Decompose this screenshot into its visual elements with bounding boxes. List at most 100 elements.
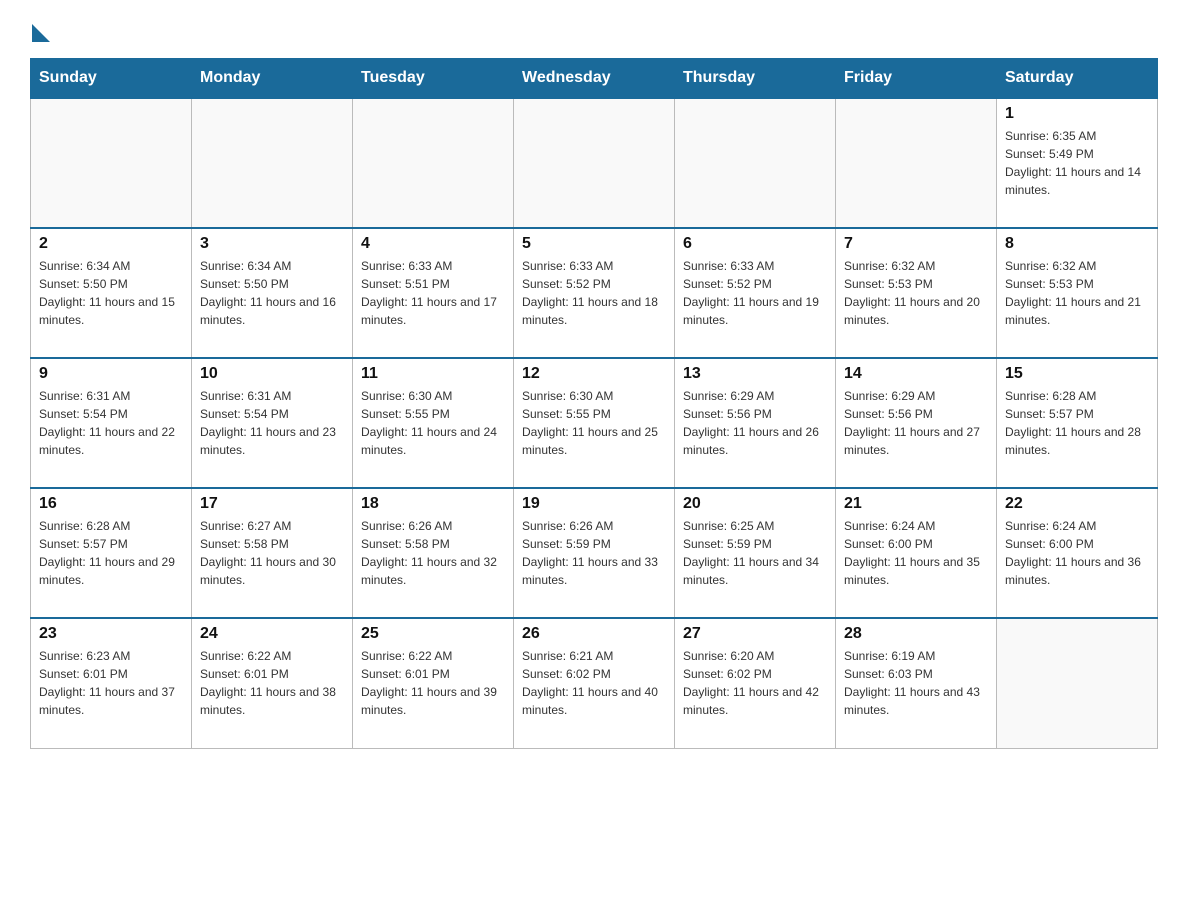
day-number: 19 <box>522 495 666 513</box>
week-row-3: 16 Sunrise: 6:28 AMSunset: 5:57 PMDayligh… <box>31 488 1158 618</box>
day-info: Sunrise: 6:28 AMSunset: 5:57 PMDaylight:… <box>1005 387 1149 459</box>
day-info: Sunrise: 6:32 AMSunset: 5:53 PMDaylight:… <box>844 257 988 329</box>
day-info: Sunrise: 6:22 AMSunset: 6:01 PMDaylight:… <box>200 647 344 719</box>
week-row-0: 1 Sunrise: 6:35 AMSunset: 5:49 PMDaylight… <box>31 98 1158 228</box>
day-info: Sunrise: 6:22 AMSunset: 6:01 PMDaylight:… <box>361 647 505 719</box>
day-info: Sunrise: 6:20 AMSunset: 6:02 PMDaylight:… <box>683 647 827 719</box>
day-header-sunday: Sunday <box>31 59 192 99</box>
calendar-cell: 18 Sunrise: 6:26 AMSunset: 5:58 PMDayligh… <box>353 488 514 618</box>
day-header-tuesday: Tuesday <box>353 59 514 99</box>
day-header-wednesday: Wednesday <box>514 59 675 99</box>
day-info: Sunrise: 6:31 AMSunset: 5:54 PMDaylight:… <box>39 387 183 459</box>
calendar-cell <box>997 618 1158 748</box>
calendar-cell: 6 Sunrise: 6:33 AMSunset: 5:52 PMDaylight… <box>675 228 836 358</box>
calendar-cell <box>353 98 514 228</box>
day-info: Sunrise: 6:34 AMSunset: 5:50 PMDaylight:… <box>39 257 183 329</box>
week-row-1: 2 Sunrise: 6:34 AMSunset: 5:50 PMDaylight… <box>31 228 1158 358</box>
day-number: 21 <box>844 495 988 513</box>
calendar-cell: 3 Sunrise: 6:34 AMSunset: 5:50 PMDaylight… <box>192 228 353 358</box>
day-info: Sunrise: 6:30 AMSunset: 5:55 PMDaylight:… <box>522 387 666 459</box>
day-info: Sunrise: 6:28 AMSunset: 5:57 PMDaylight:… <box>39 517 183 589</box>
day-number: 5 <box>522 235 666 253</box>
calendar-cell: 17 Sunrise: 6:27 AMSunset: 5:58 PMDayligh… <box>192 488 353 618</box>
day-number: 7 <box>844 235 988 253</box>
day-number: 6 <box>683 235 827 253</box>
calendar-cell: 5 Sunrise: 6:33 AMSunset: 5:52 PMDaylight… <box>514 228 675 358</box>
day-info: Sunrise: 6:32 AMSunset: 5:53 PMDaylight:… <box>1005 257 1149 329</box>
day-info: Sunrise: 6:33 AMSunset: 5:52 PMDaylight:… <box>683 257 827 329</box>
calendar-cell <box>192 98 353 228</box>
calendar-cell: 26 Sunrise: 6:21 AMSunset: 6:02 PMDayligh… <box>514 618 675 748</box>
logo-arrow-icon <box>32 24 50 42</box>
day-number: 2 <box>39 235 183 253</box>
calendar-cell: 15 Sunrise: 6:28 AMSunset: 5:57 PMDayligh… <box>997 358 1158 488</box>
day-number: 28 <box>844 625 988 643</box>
calendar-cell: 16 Sunrise: 6:28 AMSunset: 5:57 PMDayligh… <box>31 488 192 618</box>
calendar-cell: 7 Sunrise: 6:32 AMSunset: 5:53 PMDaylight… <box>836 228 997 358</box>
day-number: 9 <box>39 365 183 383</box>
calendar-cell: 22Sunrise: 6:24 AMSunset: 6:00 PMDayligh… <box>997 488 1158 618</box>
day-header-thursday: Thursday <box>675 59 836 99</box>
day-number: 3 <box>200 235 344 253</box>
day-header-friday: Friday <box>836 59 997 99</box>
day-number: 17 <box>200 495 344 513</box>
week-row-2: 9 Sunrise: 6:31 AMSunset: 5:54 PMDaylight… <box>31 358 1158 488</box>
day-number: 18 <box>361 495 505 513</box>
day-info: Sunrise: 6:29 AMSunset: 5:56 PMDaylight:… <box>683 387 827 459</box>
calendar-cell: 12Sunrise: 6:30 AMSunset: 5:55 PMDayligh… <box>514 358 675 488</box>
calendar-cell <box>675 98 836 228</box>
calendar-cell <box>836 98 997 228</box>
day-info: Sunrise: 6:30 AMSunset: 5:55 PMDaylight:… <box>361 387 505 459</box>
day-info: Sunrise: 6:24 AMSunset: 6:00 PMDaylight:… <box>844 517 988 589</box>
calendar-cell <box>31 98 192 228</box>
calendar-table: SundayMondayTuesdayWednesdayThursdayFrid… <box>30 58 1158 749</box>
day-info: Sunrise: 6:21 AMSunset: 6:02 PMDaylight:… <box>522 647 666 719</box>
day-number: 13 <box>683 365 827 383</box>
day-info: Sunrise: 6:31 AMSunset: 5:54 PMDaylight:… <box>200 387 344 459</box>
day-number: 26 <box>522 625 666 643</box>
logo <box>30 20 50 38</box>
calendar-cell: 8 Sunrise: 6:32 AMSunset: 5:53 PMDaylight… <box>997 228 1158 358</box>
day-header-monday: Monday <box>192 59 353 99</box>
calendar-cell: 25 Sunrise: 6:22 AMSunset: 6:01 PMDayligh… <box>353 618 514 748</box>
day-info: Sunrise: 6:34 AMSunset: 5:50 PMDaylight:… <box>200 257 344 329</box>
day-number: 4 <box>361 235 505 253</box>
day-number: 14 <box>844 365 988 383</box>
day-info: Sunrise: 6:29 AMSunset: 5:56 PMDaylight:… <box>844 387 988 459</box>
day-number: 1 <box>1005 105 1149 123</box>
calendar-body: 1 Sunrise: 6:35 AMSunset: 5:49 PMDaylight… <box>31 98 1158 748</box>
day-info: Sunrise: 6:33 AMSunset: 5:52 PMDaylight:… <box>522 257 666 329</box>
day-header-saturday: Saturday <box>997 59 1158 99</box>
day-number: 23 <box>39 625 183 643</box>
day-info: Sunrise: 6:19 AMSunset: 6:03 PMDaylight:… <box>844 647 988 719</box>
day-number: 10 <box>200 365 344 383</box>
day-number: 8 <box>1005 235 1149 253</box>
calendar-cell: 23 Sunrise: 6:23 AMSunset: 6:01 PMDayligh… <box>31 618 192 748</box>
day-info: Sunrise: 6:26 AMSunset: 5:59 PMDaylight:… <box>522 517 666 589</box>
calendar-cell: 21 Sunrise: 6:24 AMSunset: 6:00 PMDayligh… <box>836 488 997 618</box>
days-of-week-row: SundayMondayTuesdayWednesdayThursdayFrid… <box>31 59 1158 99</box>
page-header <box>30 20 1158 38</box>
calendar-cell: 1 Sunrise: 6:35 AMSunset: 5:49 PMDaylight… <box>997 98 1158 228</box>
day-info: Sunrise: 6:27 AMSunset: 5:58 PMDaylight:… <box>200 517 344 589</box>
day-number: 27 <box>683 625 827 643</box>
calendar-cell: 4 Sunrise: 6:33 AMSunset: 5:51 PMDaylight… <box>353 228 514 358</box>
week-row-4: 23 Sunrise: 6:23 AMSunset: 6:01 PMDayligh… <box>31 618 1158 748</box>
calendar-cell: 13 Sunrise: 6:29 AMSunset: 5:56 PMDayligh… <box>675 358 836 488</box>
calendar-cell: 11 Sunrise: 6:30 AMSunset: 5:55 PMDayligh… <box>353 358 514 488</box>
day-info: Sunrise: 6:23 AMSunset: 6:01 PMDaylight:… <box>39 647 183 719</box>
day-info: Sunrise: 6:33 AMSunset: 5:51 PMDaylight:… <box>361 257 505 329</box>
calendar-header: SundayMondayTuesdayWednesdayThursdayFrid… <box>31 59 1158 99</box>
day-info: Sunrise: 6:26 AMSunset: 5:58 PMDaylight:… <box>361 517 505 589</box>
day-number: 16 <box>39 495 183 513</box>
day-number: 24 <box>200 625 344 643</box>
calendar-cell: 9 Sunrise: 6:31 AMSunset: 5:54 PMDaylight… <box>31 358 192 488</box>
day-number: 11 <box>361 365 505 383</box>
calendar-cell: 2 Sunrise: 6:34 AMSunset: 5:50 PMDaylight… <box>31 228 192 358</box>
day-number: 15 <box>1005 365 1149 383</box>
calendar-cell: 14 Sunrise: 6:29 AMSunset: 5:56 PMDayligh… <box>836 358 997 488</box>
calendar-cell: 24 Sunrise: 6:22 AMSunset: 6:01 PMDayligh… <box>192 618 353 748</box>
day-number: 25 <box>361 625 505 643</box>
calendar-cell <box>514 98 675 228</box>
day-info: Sunrise: 6:35 AMSunset: 5:49 PMDaylight:… <box>1005 127 1149 199</box>
